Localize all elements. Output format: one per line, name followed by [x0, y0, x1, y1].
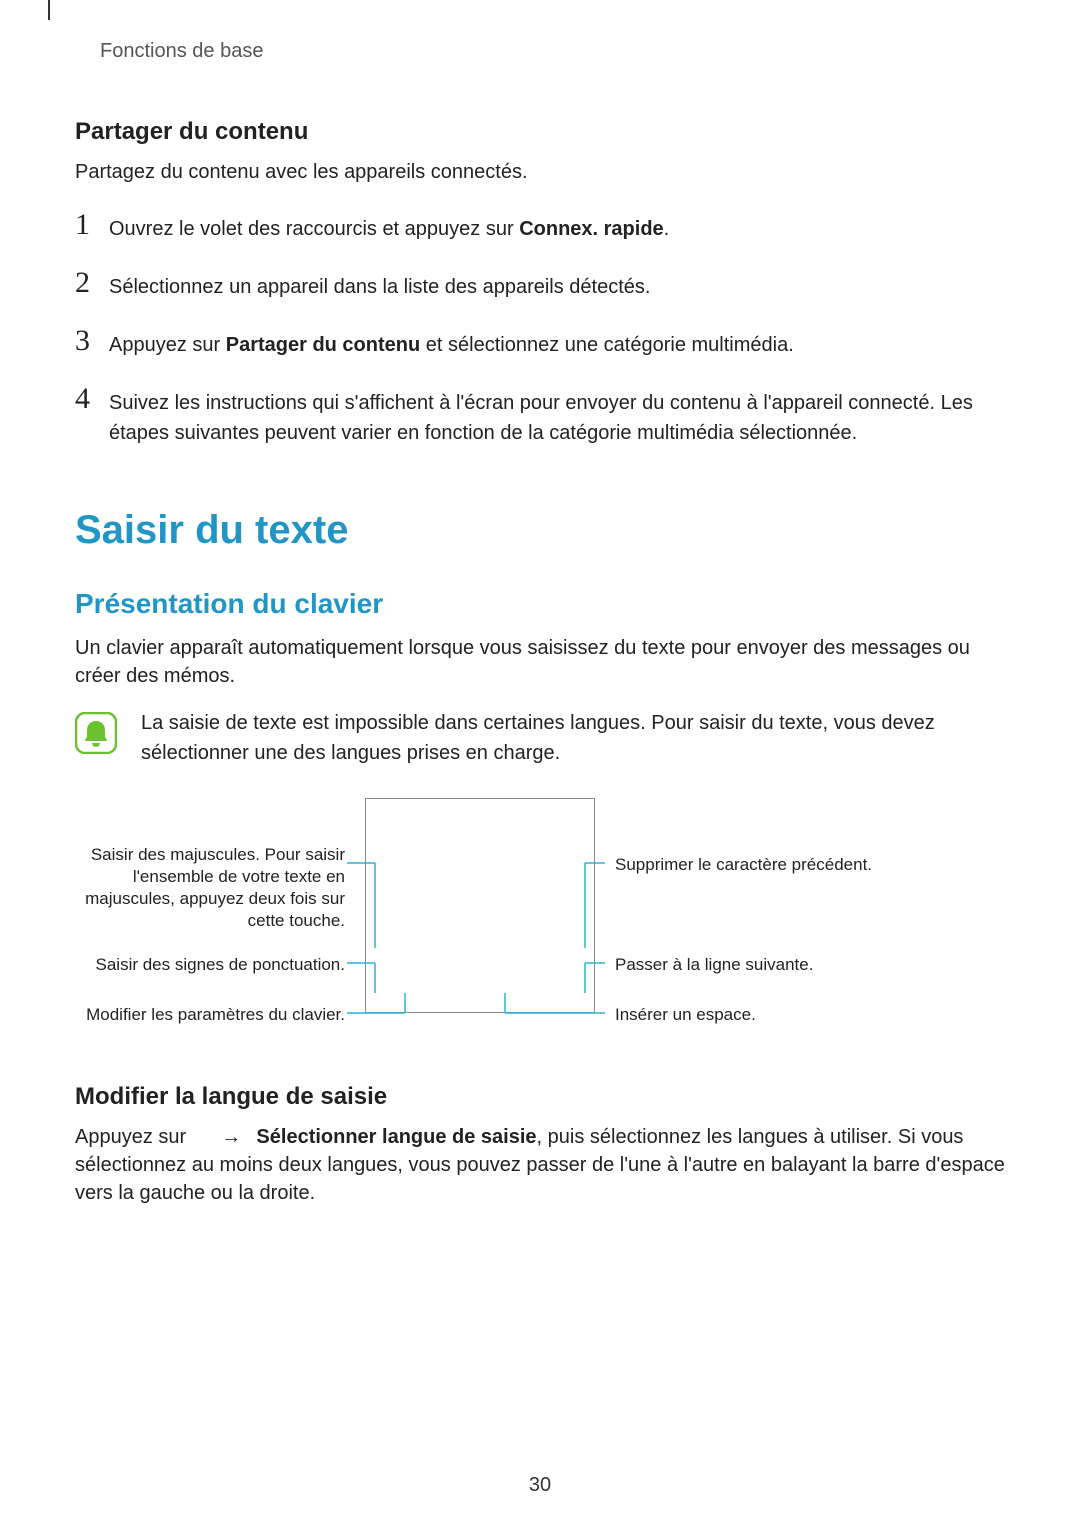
breadcrumb: Fonctions de base: [100, 40, 1005, 63]
para-bold: Sélectionner langue de saisie: [256, 1126, 536, 1148]
top-crop-mark: [48, 0, 50, 20]
step-number: 2: [75, 268, 109, 298]
bell-icon: [75, 712, 117, 754]
step-text: Ouvrez le volet des raccourcis et appuye…: [109, 214, 669, 244]
step-item: 4 Suivez les instructions qui s'affichen…: [75, 388, 1005, 448]
diagram-keyboard-box: [365, 798, 595, 1013]
section-saisir-texte: Saisir du texte Présentation du clavier …: [75, 508, 1005, 1207]
step-number: 4: [75, 384, 109, 414]
para-modifier-langue: Appuyez sur → Sélectionner langue de sai…: [75, 1123, 1005, 1207]
note-row: La saisie de texte est impossible dans c…: [75, 708, 1005, 768]
page-number: 30: [0, 1474, 1080, 1497]
heading-saisir-texte: Saisir du texte: [75, 508, 1005, 553]
step-item: 2 Sélectionnez un appareil dans la liste…: [75, 272, 1005, 302]
heading-partager: Partager du contenu: [75, 118, 1005, 146]
steps-list: 1 Ouvrez le volet des raccourcis et appu…: [75, 214, 1005, 448]
step-text-bold: Partager du contenu: [226, 334, 420, 356]
step-text-post: et sélectionnez une catégorie multimédia…: [420, 334, 794, 356]
step-text-bold: Connex. rapide: [519, 218, 663, 240]
arrow-icon: →: [221, 1126, 241, 1148]
step-text-post: .: [664, 218, 670, 240]
step-text: Sélectionnez un appareil dans la liste d…: [109, 272, 650, 302]
heading-presentation-clavier: Présentation du clavier: [75, 588, 1005, 620]
label-ligne-suivante: Passer à la ligne suivante.: [615, 954, 965, 976]
step-item: 3 Appuyez sur Partager du contenu et sél…: [75, 330, 1005, 360]
step-text-pre: Sélectionnez un appareil dans la liste d…: [109, 276, 650, 298]
label-supprimer: Supprimer le caractère précédent.: [615, 854, 965, 876]
step-item: 1 Ouvrez le volet des raccourcis et appu…: [75, 214, 1005, 244]
section-partager-contenu: Partager du contenu Partagez du contenu …: [75, 118, 1005, 448]
step-text: Suivez les instructions qui s'affichent …: [109, 388, 1005, 448]
intro-partager: Partagez du contenu avec les appareils c…: [75, 158, 1005, 186]
step-number: 3: [75, 326, 109, 356]
step-text-pre: Ouvrez le volet des raccourcis et appuye…: [109, 218, 519, 240]
step-text-pre: Suivez les instructions qui s'affichent …: [109, 392, 973, 444]
intro-clavier: Un clavier apparaît automatiquement lors…: [75, 634, 1005, 690]
label-espace: Insérer un espace.: [615, 1004, 965, 1026]
step-number: 1: [75, 210, 109, 240]
heading-modifier-langue: Modifier la langue de saisie: [75, 1083, 1005, 1111]
keyboard-diagram: Saisir des majuscules. Pour saisir l'ens…: [75, 798, 1015, 1043]
label-parametres: Modifier les paramètres du clavier.: [75, 1004, 345, 1026]
para-pre: Appuyez sur: [75, 1126, 192, 1148]
label-majuscules: Saisir des majuscules. Pour saisir l'ens…: [75, 844, 345, 932]
note-text: La saisie de texte est impossible dans c…: [141, 708, 1005, 768]
para-post: , puis sélectionnez les langues à utilis…: [75, 1126, 1005, 1204]
step-text-pre: Appuyez sur: [109, 334, 226, 356]
step-text: Appuyez sur Partager du contenu et sélec…: [109, 330, 794, 360]
label-ponctuation: Saisir des signes de ponctuation.: [75, 954, 345, 976]
